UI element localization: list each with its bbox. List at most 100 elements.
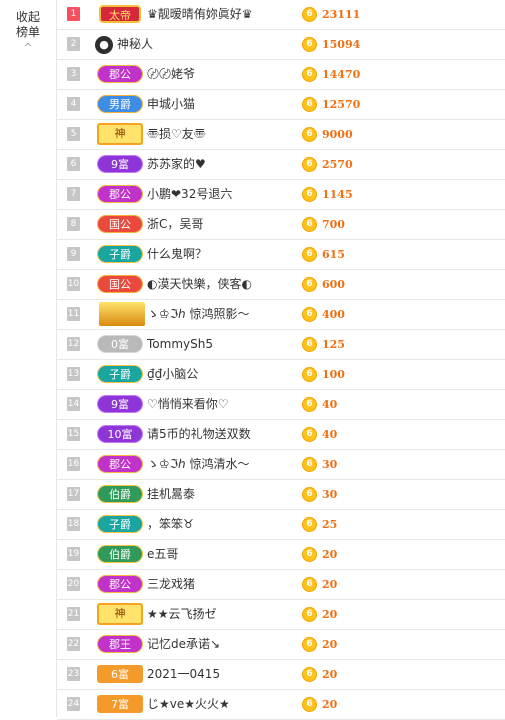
leaderboard-row[interactable]: 16 郡公 ゝ♔ℑℎ 惊鸿清水～ 6 30: [57, 450, 505, 480]
leaderboard-row[interactable]: 19 伯爵 e五哥 6 20: [57, 540, 505, 570]
rank-badge: 伯爵: [97, 485, 143, 503]
user-name[interactable]: 苏苏家的♥: [147, 150, 206, 179]
rank-number: 1: [67, 7, 80, 21]
rank-number: 5: [67, 127, 80, 141]
user-name[interactable]: ゝ♔ℑℎ 惊鸿照影～: [147, 300, 250, 329]
rank-badge: 6富: [97, 665, 143, 683]
rank-badge: 子爵: [97, 245, 143, 263]
leaderboard-row[interactable]: 12 0富 TommySh5 6 125: [57, 330, 505, 360]
user-name[interactable]: ♡悄悄来看你♡: [147, 390, 229, 419]
coin-icon: 6: [302, 277, 317, 292]
collapse-label: 收起榜单: [15, 10, 40, 39]
leaderboard-row[interactable]: 5 神〠损♡友〠 6 9000: [57, 120, 505, 150]
user-name[interactable]: ₫₫小脑公: [147, 360, 198, 389]
leaderboard-row[interactable]: 7 郡公 小鹏❤32号退六 6 1145: [57, 180, 505, 210]
user-name[interactable]: TommySh5: [147, 330, 213, 359]
coin-icon: 6: [302, 97, 317, 112]
rank-badge: 10富: [97, 425, 143, 443]
user-name[interactable]: 申城小猫: [147, 90, 195, 119]
rank-badge: 郡公: [97, 65, 143, 83]
coin-icon: 6: [302, 637, 317, 652]
leaderboard-row[interactable]: 6 9富 苏苏家的♥ 6 2570: [57, 150, 505, 180]
coin-icon: 6: [302, 517, 317, 532]
sidebar: 收起榜单 ^: [0, 0, 57, 717]
leaderboard-row[interactable]: 24 7富 じ★ve★火火★ 6 20: [57, 690, 505, 720]
contribution-score: 9000: [322, 128, 353, 141]
user-name[interactable]: 〄〄姥爷: [147, 60, 195, 89]
user-name[interactable]: 神秘人: [117, 30, 153, 59]
coin-icon: 6: [302, 187, 317, 202]
coin-icon: 6: [302, 127, 317, 142]
user-name[interactable]: 记忆de承诺↘: [147, 630, 220, 659]
leaderboard-row[interactable]: 23 6富 2021一0415 6 20: [57, 660, 505, 690]
contribution-score: 400: [322, 308, 345, 321]
coin-icon: 6: [302, 337, 317, 352]
contribution-score: 40: [322, 398, 338, 411]
user-name[interactable]: e五哥: [147, 540, 178, 569]
rank-number: 10: [67, 277, 80, 291]
contribution-score: 23111: [322, 8, 361, 21]
leaderboard-row[interactable]: 17 伯爵 挂机暠泰 6 30: [57, 480, 505, 510]
user-name[interactable]: 〠损♡友〠: [147, 120, 206, 149]
rank-number: 8: [67, 217, 80, 231]
coin-icon: 6: [302, 157, 317, 172]
leaderboard-row[interactable]: 14 9富 ♡悄悄来看你♡ 6 40: [57, 390, 505, 420]
user-name[interactable]: 小鹏❤32号退六: [147, 180, 232, 209]
leaderboard-row[interactable]: 15 10富 请5币的礼物送双数 6 40: [57, 420, 505, 450]
rank-number: 14: [67, 397, 80, 411]
leaderboard-row[interactable]: 1 太帝 ♛靓暧晴侑妳眞好♛ 6 23111: [57, 0, 505, 30]
user-name[interactable]: 浙C，吴哥: [147, 210, 203, 239]
user-name[interactable]: ◐漠天快樂，侠客◐: [147, 270, 252, 299]
contribution-score: 125: [322, 338, 345, 351]
rank-number: 12: [67, 337, 80, 351]
rank-badge: 国公: [97, 275, 143, 293]
contribution-score: 20: [322, 698, 338, 711]
user-name[interactable]: ，笨笨♉: [147, 510, 194, 539]
coin-icon: 6: [302, 67, 317, 82]
user-name[interactable]: ★★云飞扬ゼ: [147, 600, 217, 629]
user-name[interactable]: 挂机暠泰: [147, 480, 195, 509]
contribution-score: 12570: [322, 98, 361, 111]
rank-number: 21: [67, 607, 80, 621]
leaderboard-row[interactable]: 18 子爵 ，笨笨♉ 6 25: [57, 510, 505, 540]
user-name[interactable]: ゝ♔ℑℎ 惊鸿清水～: [147, 450, 250, 479]
rank-number: 19: [67, 547, 80, 561]
leaderboard-row[interactable]: 13 子爵 ₫₫小脑公 6 100: [57, 360, 505, 390]
user-name[interactable]: 什么鬼啊？: [147, 240, 207, 269]
coin-icon: 6: [302, 307, 317, 322]
coin-icon: 6: [302, 577, 317, 592]
user-name[interactable]: 三龙戏猪: [147, 570, 195, 599]
contribution-score: 600: [322, 278, 345, 291]
rank-number: 23: [67, 667, 80, 681]
leaderboard-row[interactable]: 11 ゝ♔ℑℎ 惊鸿照影～ 6 400: [57, 300, 505, 330]
rank-number: 20: [67, 577, 80, 591]
collapse-board-button[interactable]: 收起榜单 ^: [0, 10, 56, 55]
rank-badge: 子爵: [97, 515, 143, 533]
contribution-score: 1145: [322, 188, 353, 201]
rank-badge: 伯爵: [97, 545, 143, 563]
leaderboard-row[interactable]: 4 男爵 申城小猫 6 12570: [57, 90, 505, 120]
contribution-score: 30: [322, 488, 338, 501]
user-name[interactable]: ♛靓暧晴侑妳眞好♛: [147, 0, 253, 29]
rank-number: 22: [67, 637, 80, 651]
coin-icon: 6: [302, 247, 317, 262]
coin-icon: 6: [302, 487, 317, 502]
user-name[interactable]: 请5币的礼物送双数: [147, 420, 251, 449]
contribution-score: 20: [322, 668, 338, 681]
leaderboard-row[interactable]: 2 ● 神秘人 6 15094: [57, 30, 505, 60]
rank-badge: 神: [97, 603, 143, 625]
rank-badge: 神: [97, 123, 143, 145]
rank-number: 16: [67, 457, 80, 471]
leaderboard-row[interactable]: 22 郡王 记忆de承诺↘ 6 20: [57, 630, 505, 660]
leaderboard-row[interactable]: 8 国公 浙C，吴哥 6 700: [57, 210, 505, 240]
leaderboard-row[interactable]: 21 神 ★★云飞扬ゼ 6 20: [57, 600, 505, 630]
leaderboard-row[interactable]: 3 郡公 〄〄姥爷 6 14470: [57, 60, 505, 90]
user-name[interactable]: 2021一0415: [147, 660, 220, 689]
leaderboard-row[interactable]: 9 子爵 什么鬼啊？ 6 615: [57, 240, 505, 270]
user-name[interactable]: じ★ve★火火★: [147, 690, 230, 719]
contribution-score: 615: [322, 248, 345, 261]
rank-badge: 郡公: [97, 185, 143, 203]
leaderboard-row[interactable]: 20 郡公 三龙戏猪 6 20: [57, 570, 505, 600]
contribution-score: 14470: [322, 68, 361, 81]
leaderboard-row[interactable]: 10 国公 ◐漠天快樂，侠客◐ 6 600: [57, 270, 505, 300]
